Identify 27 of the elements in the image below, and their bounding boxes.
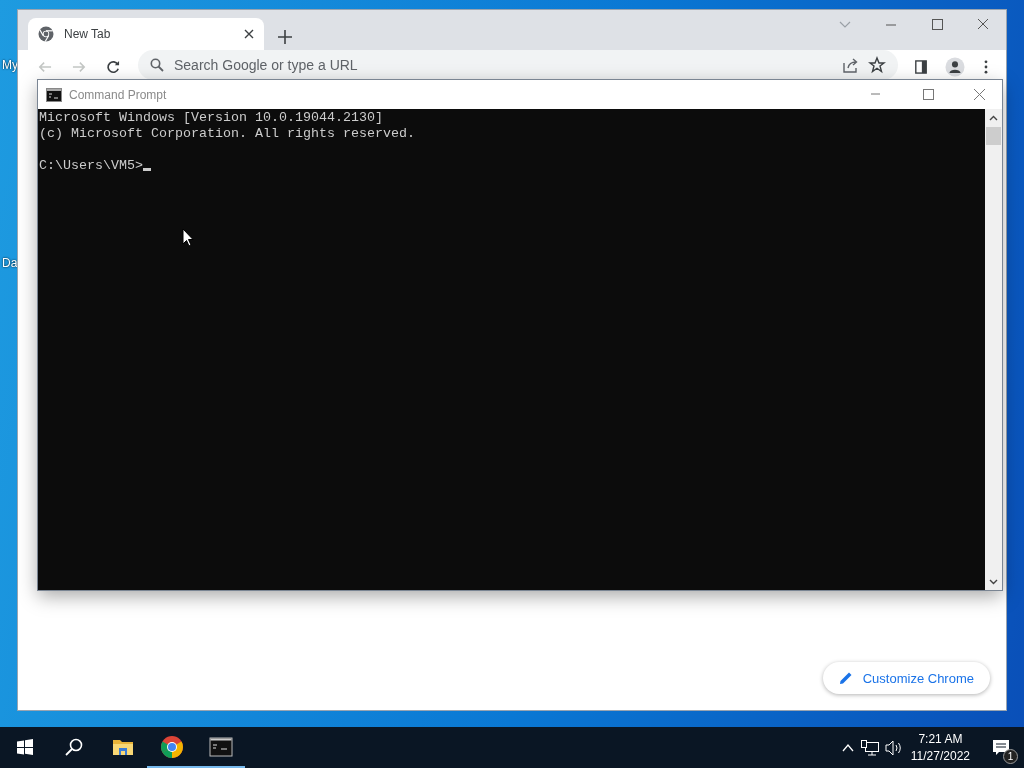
pencil-icon: [838, 671, 853, 685]
customize-chrome-button[interactable]: Customize Chrome: [822, 662, 990, 694]
close-icon[interactable]: [244, 29, 254, 39]
notification-count: 1: [1003, 748, 1018, 764]
text-cursor: [143, 168, 151, 171]
browser-tab[interactable]: New Tab: [28, 18, 264, 50]
search-icon: [150, 58, 164, 72]
console-line: (c) Microsoft Corporation. All rights reserved.: [39, 126, 416, 142]
address-bar[interactable]: Search Google or type a URL: [138, 50, 898, 80]
network-icon[interactable]: [860, 739, 879, 756]
notification-icon[interactable]: [992, 738, 1010, 757]
address-input[interactable]: Search Google or type a URL: [172, 56, 834, 74]
window-title: Command Prompt: [69, 87, 168, 102]
chrome-logo-icon: [159, 734, 184, 759]
console-line: Microsoft Windows [Version 10.0.19044.2130]: [39, 110, 384, 126]
clock-date[interactable]: 11/27/2022: [910, 747, 970, 765]
speaker-icon[interactable]: [884, 739, 903, 756]
command-prompt-icon: [46, 87, 62, 102]
clock-time[interactable]: 7:21 AM: [918, 730, 963, 748]
chrome-logo-icon: [38, 26, 54, 42]
share-icon[interactable]: [842, 56, 860, 74]
star-icon[interactable]: [868, 56, 886, 74]
scrollbar-thumb[interactable]: [986, 127, 1001, 145]
command-prompt-icon: [208, 734, 233, 759]
new-tab-icon[interactable]: [278, 30, 292, 44]
command-prompt-text: C:\Users\VM5>: [39, 158, 143, 173]
mouse-pointer-icon: [182, 228, 194, 247]
